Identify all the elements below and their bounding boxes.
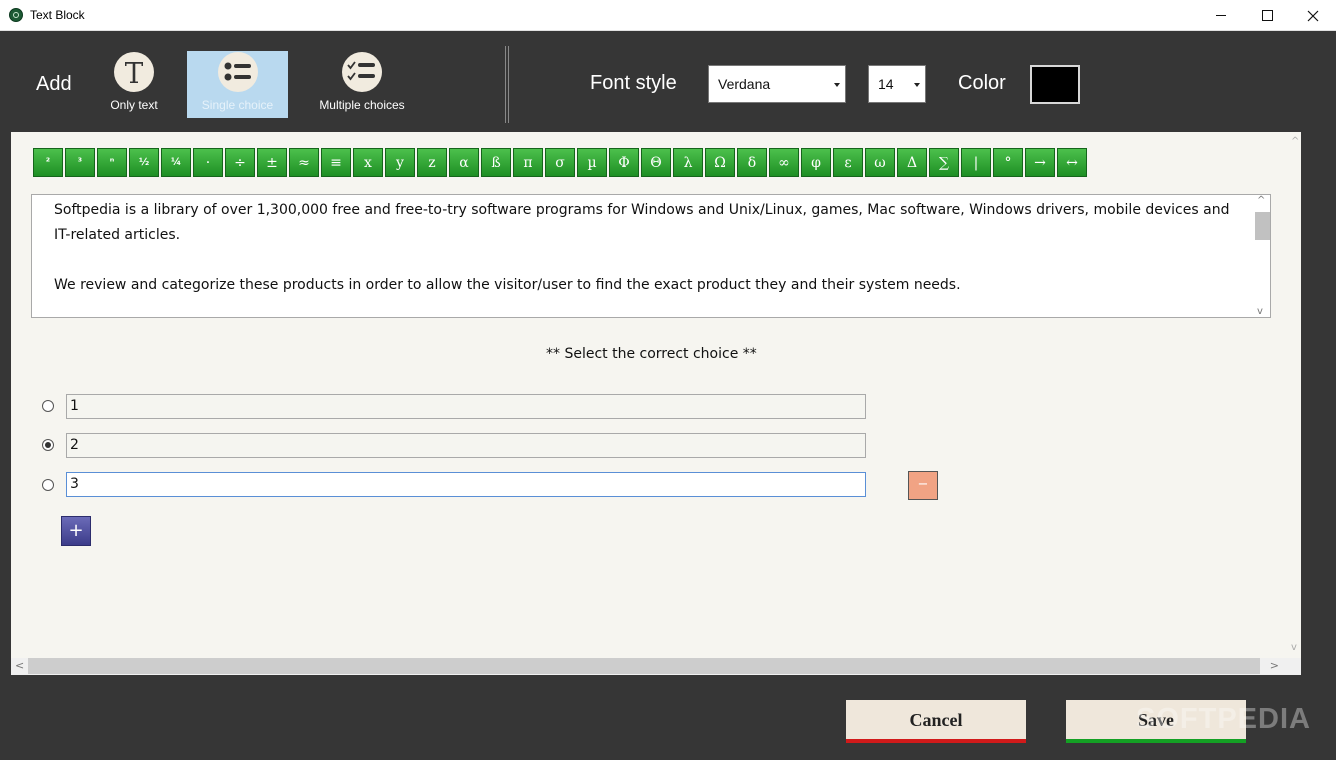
panel-horizontal-scrollbar[interactable]: < > <box>11 658 1301 675</box>
only-text-label: Only text <box>110 98 158 112</box>
app-icon <box>9 8 23 22</box>
single-choice-icon <box>217 52 258 92</box>
single-choice-tool[interactable]: Single choice <box>187 51 288 118</box>
symbol-button[interactable]: → <box>1025 148 1055 177</box>
minimize-button[interactable] <box>1198 0 1244 31</box>
scroll-thumb[interactable] <box>28 658 1260 674</box>
text-area[interactable]: Softpedia is a library of over 1,300,000… <box>31 194 1271 318</box>
choice-radio-3[interactable] <box>42 479 54 491</box>
choice-radio-2[interactable] <box>42 439 54 451</box>
symbol-button[interactable]: z <box>417 148 447 177</box>
title-bar: Text Block <box>0 0 1336 31</box>
color-label: Color <box>958 72 1006 94</box>
symbol-button[interactable]: Φ <box>609 148 639 177</box>
choice-radio-1[interactable] <box>42 400 54 412</box>
scroll-down-icon[interactable]: v <box>1291 642 1297 653</box>
single-choice-label: Single choice <box>201 98 274 112</box>
text-paragraph: We review and categorize these products … <box>54 277 961 293</box>
symbol-button[interactable]: Θ <box>641 148 671 177</box>
font-style-label: Font style <box>590 72 677 94</box>
symbol-button[interactable]: ≡ <box>321 148 351 177</box>
choice-input-1[interactable]: 1 <box>66 394 866 419</box>
symbol-button[interactable]: ∑ <box>929 148 959 177</box>
choice-input-3[interactable]: 3 <box>66 472 866 497</box>
font-family-select[interactable]: Verdana <box>708 65 846 103</box>
symbol-button[interactable]: ε <box>833 148 863 177</box>
text-area-scrollbar[interactable]: ^ v <box>1253 195 1270 317</box>
symbol-button[interactable]: δ <box>737 148 767 177</box>
symbol-button[interactable]: σ <box>545 148 575 177</box>
symbol-button[interactable]: ⁿ <box>97 148 127 177</box>
symbol-button[interactable]: ↔ <box>1057 148 1087 177</box>
symbol-button[interactable]: ÷ <box>225 148 255 177</box>
scroll-thumb[interactable] <box>1255 212 1270 240</box>
watermark: SOFTPEDIA <box>1136 703 1311 735</box>
symbol-button[interactable]: ¼ <box>161 148 191 177</box>
symbol-button[interactable]: ½ <box>129 148 159 177</box>
scroll-right-icon[interactable]: > <box>1270 659 1279 672</box>
font-size-value: 14 <box>878 76 894 92</box>
symbol-button[interactable]: α <box>449 148 479 177</box>
symbol-button[interactable]: ß <box>481 148 511 177</box>
multiple-choices-label: Multiple choices <box>319 98 405 112</box>
symbol-button[interactable]: Δ <box>897 148 927 177</box>
scroll-up-icon[interactable]: ^ <box>1257 195 1265 206</box>
symbol-button[interactable]: Ω <box>705 148 735 177</box>
symbol-button[interactable]: ≈ <box>289 148 319 177</box>
window-title: Text Block <box>30 8 85 22</box>
color-swatch[interactable] <box>1030 65 1080 104</box>
add-label: Add <box>36 73 72 95</box>
symbol-button[interactable]: · <box>193 148 223 177</box>
font-family-value: Verdana <box>718 76 771 92</box>
multiple-choices-tool[interactable]: Multiple choices <box>308 51 416 118</box>
remove-choice-button[interactable]: − <box>908 471 938 500</box>
dropdown-arrow-icon <box>834 83 840 87</box>
font-size-select[interactable]: 14 <box>868 65 926 103</box>
symbol-button[interactable]: ² <box>33 148 63 177</box>
scroll-up-icon[interactable]: ^ <box>1291 136 1299 147</box>
question-prompt: ** Select the correct choice ** <box>546 346 757 362</box>
panel-vertical-scrollbar[interactable]: ^ v <box>1291 132 1301 658</box>
symbol-button[interactable]: ³ <box>65 148 95 177</box>
minimize-icon <box>1216 15 1226 16</box>
toolbar-divider <box>505 46 509 123</box>
cancel-button[interactable]: Cancel <box>846 700 1026 743</box>
symbol-button[interactable]: ° <box>993 148 1023 177</box>
close-button[interactable] <box>1290 0 1336 31</box>
maximize-icon <box>1261 10 1273 21</box>
text-icon <box>114 52 154 92</box>
text-paragraph: Softpedia is a library of over 1,300,000… <box>54 202 1230 243</box>
symbol-toolbar: ² ³ ⁿ ½ ¼ · ÷ ± ≈ ≡ x y z α ß π σ µ Φ Θλ Ωδ ∞ φ ε ω Δ ∑ | ° → ↔ <box>33 148 1089 177</box>
maximize-button[interactable] <box>1244 0 1290 31</box>
symbol-button[interactable]: φ <box>801 148 831 177</box>
symbol-button[interactable]: π <box>513 148 543 177</box>
symbol-button[interactable]: λ <box>673 148 703 177</box>
add-choice-button[interactable]: + <box>61 516 91 546</box>
editor-panel: ² ³ ⁿ ½ ¼ · ÷ ± ≈ ≡ x y z α ß π σ µ Φ Θλ Ωδ ∞ φ ε ω Δ ∑ | ° → ↔ Softpe… <box>11 132 1301 675</box>
scroll-left-icon[interactable]: < <box>15 659 24 672</box>
symbol-button[interactable]: ω <box>865 148 895 177</box>
multiple-choices-icon <box>342 52 382 92</box>
scroll-down-icon[interactable]: v <box>1257 306 1263 317</box>
dropdown-arrow-icon <box>914 83 920 87</box>
symbol-button[interactable]: ± <box>257 148 287 177</box>
symbol-button[interactable]: ∞ <box>769 148 799 177</box>
symbol-button[interactable]: µ <box>577 148 607 177</box>
symbol-button[interactable]: | <box>961 148 991 177</box>
close-icon <box>1307 10 1319 21</box>
only-text-tool[interactable]: Only text <box>96 51 172 118</box>
symbol-button[interactable]: y <box>385 148 415 177</box>
symbol-button[interactable]: x <box>353 148 383 177</box>
choice-input-2[interactable]: 2 <box>66 433 866 458</box>
